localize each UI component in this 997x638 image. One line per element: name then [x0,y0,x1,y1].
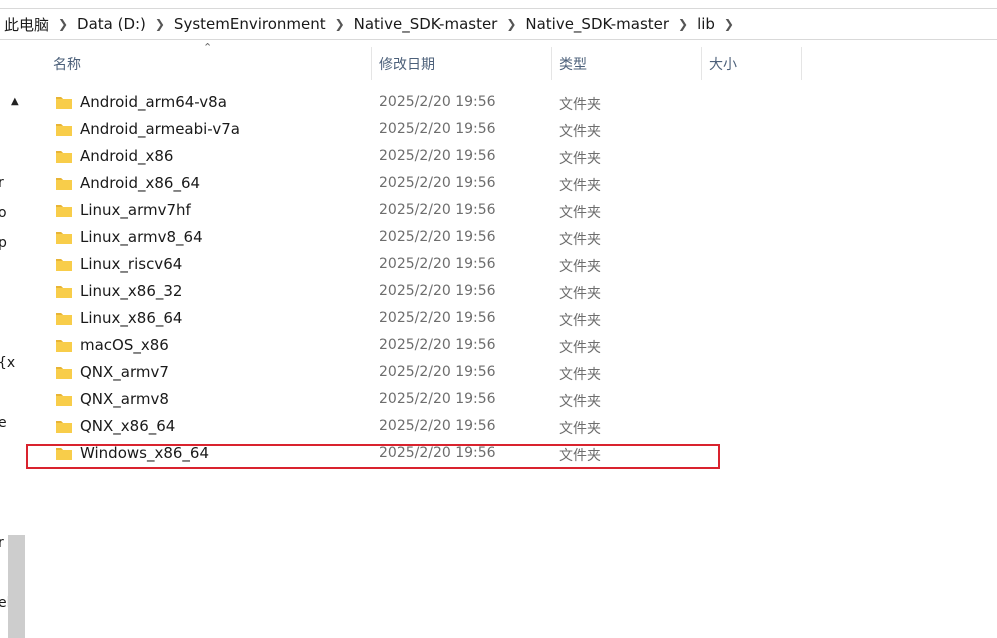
folder-icon [56,340,72,352]
folder-icon [56,232,72,244]
file-type: 文件夹 [559,151,601,167]
file-row[interactable]: Android_x86_64 2025/2/20 19:56 文件夹 [28,170,728,197]
breadcrumb-this-pc[interactable]: 此电脑 [2,14,51,35]
file-date: 2025/2/20 19:56 [379,337,496,353]
nav-item-fragment[interactable]: e [0,415,7,431]
file-date: 2025/2/20 19:56 [379,418,496,434]
file-date: 2025/2/20 19:56 [379,202,496,218]
folder-icon [56,259,72,271]
column-header-size[interactable]: 大小 [701,47,801,80]
file-type: 文件夹 [559,394,601,410]
nav-item-fragment[interactable]: r [0,535,4,551]
file-name: Android_x86 [80,147,174,165]
file-name: Linux_riscv64 [80,255,183,273]
highlight-box [26,444,720,469]
file-date: 2025/2/20 19:56 [379,310,496,326]
file-type: 文件夹 [559,124,601,140]
chevron-right-icon[interactable]: ❯ [51,17,75,31]
folder-icon [56,205,72,217]
file-date: 2025/2/20 19:56 [379,256,496,272]
folder-icon [56,394,72,406]
file-type: 文件夹 [559,340,601,356]
chevron-right-icon[interactable]: ❯ [148,17,172,31]
file-date: 2025/2/20 19:56 [379,283,496,299]
file-type: 文件夹 [559,232,601,248]
breadcrumb-native-sdk-master-2[interactable]: Native_SDK-master [523,15,671,33]
file-name: QNX_armv8 [80,390,169,408]
file-type: 文件夹 [559,178,601,194]
file-date: 2025/2/20 19:56 [379,175,496,191]
file-row[interactable]: Linux_riscv64 2025/2/20 19:56 文件夹 [28,251,728,278]
file-type: 文件夹 [559,259,601,275]
column-header-type[interactable]: 类型 [551,47,701,80]
breadcrumb-lib[interactable]: lib [695,15,717,33]
file-name: Linux_x86_32 [80,282,183,300]
folder-icon [56,313,72,325]
chevron-right-icon[interactable]: ❯ [717,17,741,31]
file-name: Linux_armv8_64 [80,228,203,246]
file-row[interactable]: Linux_armv7hf 2025/2/20 19:56 文件夹 [28,197,728,224]
file-row[interactable]: Android_arm64-v8a 2025/2/20 19:56 文件夹 [28,89,728,116]
folder-icon [56,97,72,109]
scroll-up-icon[interactable]: ▲ [11,96,19,107]
breadcrumb-data-drive[interactable]: Data (D:) [75,15,148,33]
file-type: 文件夹 [559,367,601,383]
folder-icon [56,178,72,190]
file-date: 2025/2/20 19:56 [379,391,496,407]
file-date: 2025/2/20 19:56 [379,121,496,137]
chevron-right-icon[interactable]: ❯ [328,17,352,31]
file-name: Android_armeabi-v7a [80,120,240,138]
file-date: 2025/2/20 19:56 [379,148,496,164]
file-row[interactable]: QNX_armv8 2025/2/20 19:56 文件夹 [28,386,728,413]
nav-item-fragment[interactable]: r [0,175,4,191]
folder-icon [56,367,72,379]
file-date: 2025/2/20 19:56 [379,364,496,380]
file-type: 文件夹 [559,313,601,329]
folder-icon [56,286,72,298]
file-name: Android_x86_64 [80,174,201,192]
column-header-name[interactable]: 名称 [45,47,371,80]
file-row[interactable]: Android_x86 2025/2/20 19:56 文件夹 [28,143,728,170]
nav-item-fragment[interactable]: p [0,235,7,251]
file-name: Linux_x86_64 [80,309,183,327]
file-type: 文件夹 [559,421,601,437]
breadcrumb-native-sdk-master-1[interactable]: Native_SDK-master [352,15,500,33]
file-type: 文件夹 [559,205,601,221]
file-date: 2025/2/20 19:56 [379,229,496,245]
chevron-right-icon[interactable]: ❯ [499,17,523,31]
file-type: 文件夹 [559,286,601,302]
nav-item-fragment[interactable]: o [0,205,7,221]
file-date: 2025/2/20 19:56 [379,94,496,110]
file-row[interactable]: Android_armeabi-v7a 2025/2/20 19:56 文件夹 [28,116,728,143]
file-row[interactable]: macOS_x86 2025/2/20 19:56 文件夹 [28,332,728,359]
address-bar[interactable]: 此电脑 ❯ Data (D:) ❯ SystemEnvironment ❯ Na… [0,8,997,40]
nav-item-fragment[interactable]: {x [0,355,15,371]
chevron-right-icon[interactable]: ❯ [671,17,695,31]
file-name: Linux_armv7hf [80,201,191,219]
file-name: macOS_x86 [80,336,169,354]
file-name: Android_arm64-v8a [80,93,227,111]
folder-icon [56,421,72,433]
file-row[interactable]: Linux_x86_64 2025/2/20 19:56 文件夹 [28,305,728,332]
folder-icon [56,124,72,136]
file-row[interactable]: Linux_armv8_64 2025/2/20 19:56 文件夹 [28,224,728,251]
column-header-date[interactable]: 修改日期 [371,47,551,80]
scrollbar-thumb[interactable] [8,535,25,638]
folder-icon [56,151,72,163]
file-name: QNX_x86_64 [80,417,176,435]
file-row[interactable]: QNX_x86_64 2025/2/20 19:56 文件夹 [28,413,728,440]
file-name: QNX_armv7 [80,363,169,381]
file-row[interactable]: QNX_armv7 2025/2/20 19:56 文件夹 [28,359,728,386]
breadcrumb-systemenvironment[interactable]: SystemEnvironment [172,15,328,33]
file-row[interactable]: Linux_x86_32 2025/2/20 19:56 文件夹 [28,278,728,305]
column-divider[interactable] [801,47,802,80]
file-type: 文件夹 [559,97,601,113]
